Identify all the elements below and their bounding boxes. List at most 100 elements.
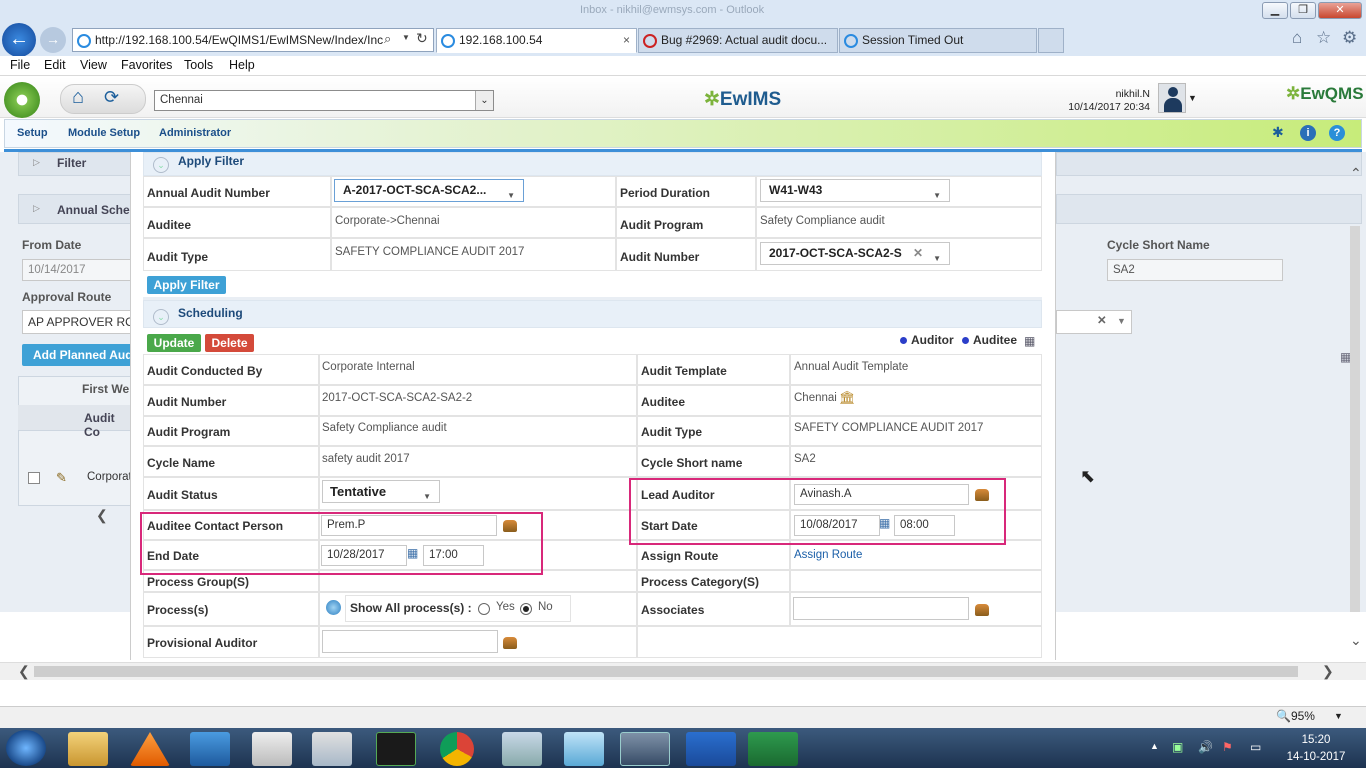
menu-view[interactable]: View	[80, 58, 107, 72]
clock-date[interactable]: 14-10-2017	[1276, 751, 1356, 763]
chevron-down-icon[interactable]: ▼	[1117, 311, 1126, 331]
chrome-icon[interactable]	[440, 732, 474, 766]
outlook-icon[interactable]	[686, 732, 736, 766]
nav-administrator[interactable]: Administrator	[159, 127, 231, 139]
snipping-tool-icon[interactable]	[502, 732, 542, 766]
dropdown-arrow-icon[interactable]: ▼	[402, 33, 410, 42]
home-icon[interactable]: ⌂	[1292, 28, 1302, 48]
edit-icon[interactable]: ✎	[56, 470, 67, 486]
annual-audit-number-select[interactable]: A-2017-OCT-SCA-SCA2... ▼	[334, 179, 524, 202]
home-icon[interactable]: ⌂	[72, 86, 84, 109]
no-radio[interactable]	[520, 603, 532, 615]
period-duration-select[interactable]: W41-W43 ▼	[760, 179, 950, 202]
action-center-icon[interactable]: ▭	[1250, 740, 1261, 754]
menu-tools[interactable]: Tools	[184, 58, 213, 72]
media-player-icon[interactable]	[190, 732, 230, 766]
chevron-down-icon[interactable]: ▼	[1188, 93, 1197, 103]
apply-filter-button[interactable]: Apply Filter	[147, 276, 226, 294]
restore-button[interactable]: ❐	[1290, 2, 1316, 19]
annual-schedule-panel-header[interactable]: ▷ Annual Sche	[18, 194, 134, 224]
collapse-chevron-icon[interactable]: ⌄	[153, 309, 169, 325]
building-icon[interactable]: 🏛	[839, 390, 856, 406]
provisional-auditor-input[interactable]	[322, 630, 498, 653]
globe-icon[interactable]	[326, 600, 341, 615]
favorites-star-icon[interactable]: ☆	[1316, 28, 1331, 48]
app-menu-icon[interactable]	[4, 82, 40, 118]
scroll-right-icon[interactable]: ❯	[1322, 663, 1334, 680]
filter-panel-header[interactable]: ▷ Filter	[18, 152, 134, 176]
scroll-up-icon[interactable]: ⌃	[1350, 165, 1362, 182]
horizontal-scroll-thumb[interactable]	[34, 666, 1298, 677]
volume-icon[interactable]: 🔊	[1198, 740, 1213, 754]
info-icon[interactable]: i	[1300, 125, 1316, 141]
internet-explorer-taskbar-icon[interactable]	[620, 732, 670, 766]
paint-icon[interactable]	[312, 732, 352, 766]
scroll-down-icon[interactable]: ⌄	[1350, 632, 1362, 649]
vertical-scrollbar-thumb[interactable]	[1350, 226, 1360, 612]
nav-setup[interactable]: Setup	[17, 127, 48, 139]
yes-radio[interactable]	[478, 603, 490, 615]
zoom-control[interactable]: 🔍95%	[1276, 709, 1315, 723]
tray-app-icon[interactable]: ▣	[1172, 740, 1183, 754]
associates-input[interactable]	[793, 597, 969, 620]
approval-route-select-right[interactable]: ✕ ▼	[1056, 310, 1132, 334]
help-icon[interactable]: ?	[1329, 125, 1345, 141]
assign-route-link[interactable]: Assign Route	[794, 549, 862, 561]
update-button[interactable]: Update	[147, 334, 201, 352]
zoom-dropdown-icon[interactable]: ▼	[1334, 711, 1343, 721]
add-planned-audit-button[interactable]: Add Planned Aud	[22, 344, 132, 366]
avatar[interactable]	[1158, 83, 1186, 113]
clock-time[interactable]: 15:20	[1286, 734, 1346, 746]
minimize-button[interactable]: ▁	[1262, 2, 1288, 19]
collapse-chevron-icon[interactable]: ⌄	[153, 157, 169, 173]
audit-number-select[interactable]: 2017-OCT-SCA-SCA2-S ✕ ▼	[760, 242, 950, 265]
tab-3[interactable]: Session Timed Out	[839, 28, 1037, 53]
provisional-auditor-people-icon[interactable]	[503, 637, 517, 649]
scroll-left-icon[interactable]: ❮	[18, 663, 30, 680]
forward-arrow-icon[interactable]: →	[40, 27, 66, 53]
pin-icon[interactable]: ✱	[1272, 124, 1284, 141]
search-icon[interactable]: ⌕	[384, 31, 391, 47]
refresh-icon[interactable]: ↻	[416, 30, 428, 47]
row-checkbox[interactable]	[28, 472, 40, 484]
audit-status-select[interactable]: Tentative ▼	[322, 480, 440, 503]
scheduling-header[interactable]: ⌄ Scheduling	[143, 300, 1042, 328]
task-manager-icon[interactable]	[252, 732, 292, 766]
delete-button[interactable]: Delete	[205, 334, 254, 352]
clear-icon[interactable]: ✕	[1097, 311, 1107, 331]
location-select[interactable]: Chennai ⌄	[154, 90, 494, 111]
address-bar[interactable]: http://192.168.100.54/EwQIMS1/EwIMSNew/I…	[72, 28, 434, 52]
audit-program-value: Safety Compliance audit	[322, 422, 447, 434]
menu-edit[interactable]: Edit	[44, 58, 66, 72]
file-explorer-icon[interactable]	[68, 732, 108, 766]
apply-filter-header[interactable]: ⌄ Apply Filter	[143, 152, 1042, 176]
refresh-icon[interactable]: ⟳	[104, 87, 119, 108]
notes-icon[interactable]	[564, 732, 604, 766]
nav-module-setup[interactable]: Module Setup	[68, 127, 140, 139]
cycle-short-name-input[interactable]: SA2	[1107, 259, 1283, 281]
label-cell: Process(s)	[143, 592, 319, 626]
ie-page-icon	[77, 34, 91, 48]
network-icon[interactable]: ⚑	[1222, 740, 1233, 754]
approval-route-select[interactable]: AP APPROVER RO	[22, 310, 132, 334]
from-date-input[interactable]: 10/14/2017	[22, 259, 132, 281]
menu-favorites[interactable]: Favorites	[121, 58, 172, 72]
start-button-icon[interactable]	[6, 730, 46, 766]
calendar-grid-icon[interactable]: ▦	[1024, 334, 1035, 348]
clear-icon[interactable]: ✕	[912, 243, 923, 264]
close-button[interactable]: ✕	[1318, 2, 1362, 19]
greenshot-icon[interactable]	[376, 732, 416, 766]
tray-expand-icon[interactable]: ▲	[1150, 741, 1159, 751]
tab-1[interactable]: 192.168.100.54 ×	[436, 28, 637, 53]
back-arrow-icon[interactable]: ←	[2, 23, 36, 57]
menu-file[interactable]: File	[10, 58, 30, 72]
associates-people-icon[interactable]	[975, 604, 989, 616]
close-tab-icon[interactable]: ×	[623, 29, 630, 52]
excel-icon[interactable]	[748, 732, 798, 766]
tab-2[interactable]: Bug #2969: Actual audit docu...	[638, 28, 838, 53]
menu-help[interactable]: Help	[229, 58, 255, 72]
settings-gear-icon[interactable]: ⚙	[1342, 28, 1357, 48]
chevron-down-icon[interactable]: ⌄	[475, 91, 493, 110]
table-scroll-left-icon[interactable]: ❮	[96, 507, 108, 524]
new-tab-button[interactable]	[1038, 28, 1064, 53]
